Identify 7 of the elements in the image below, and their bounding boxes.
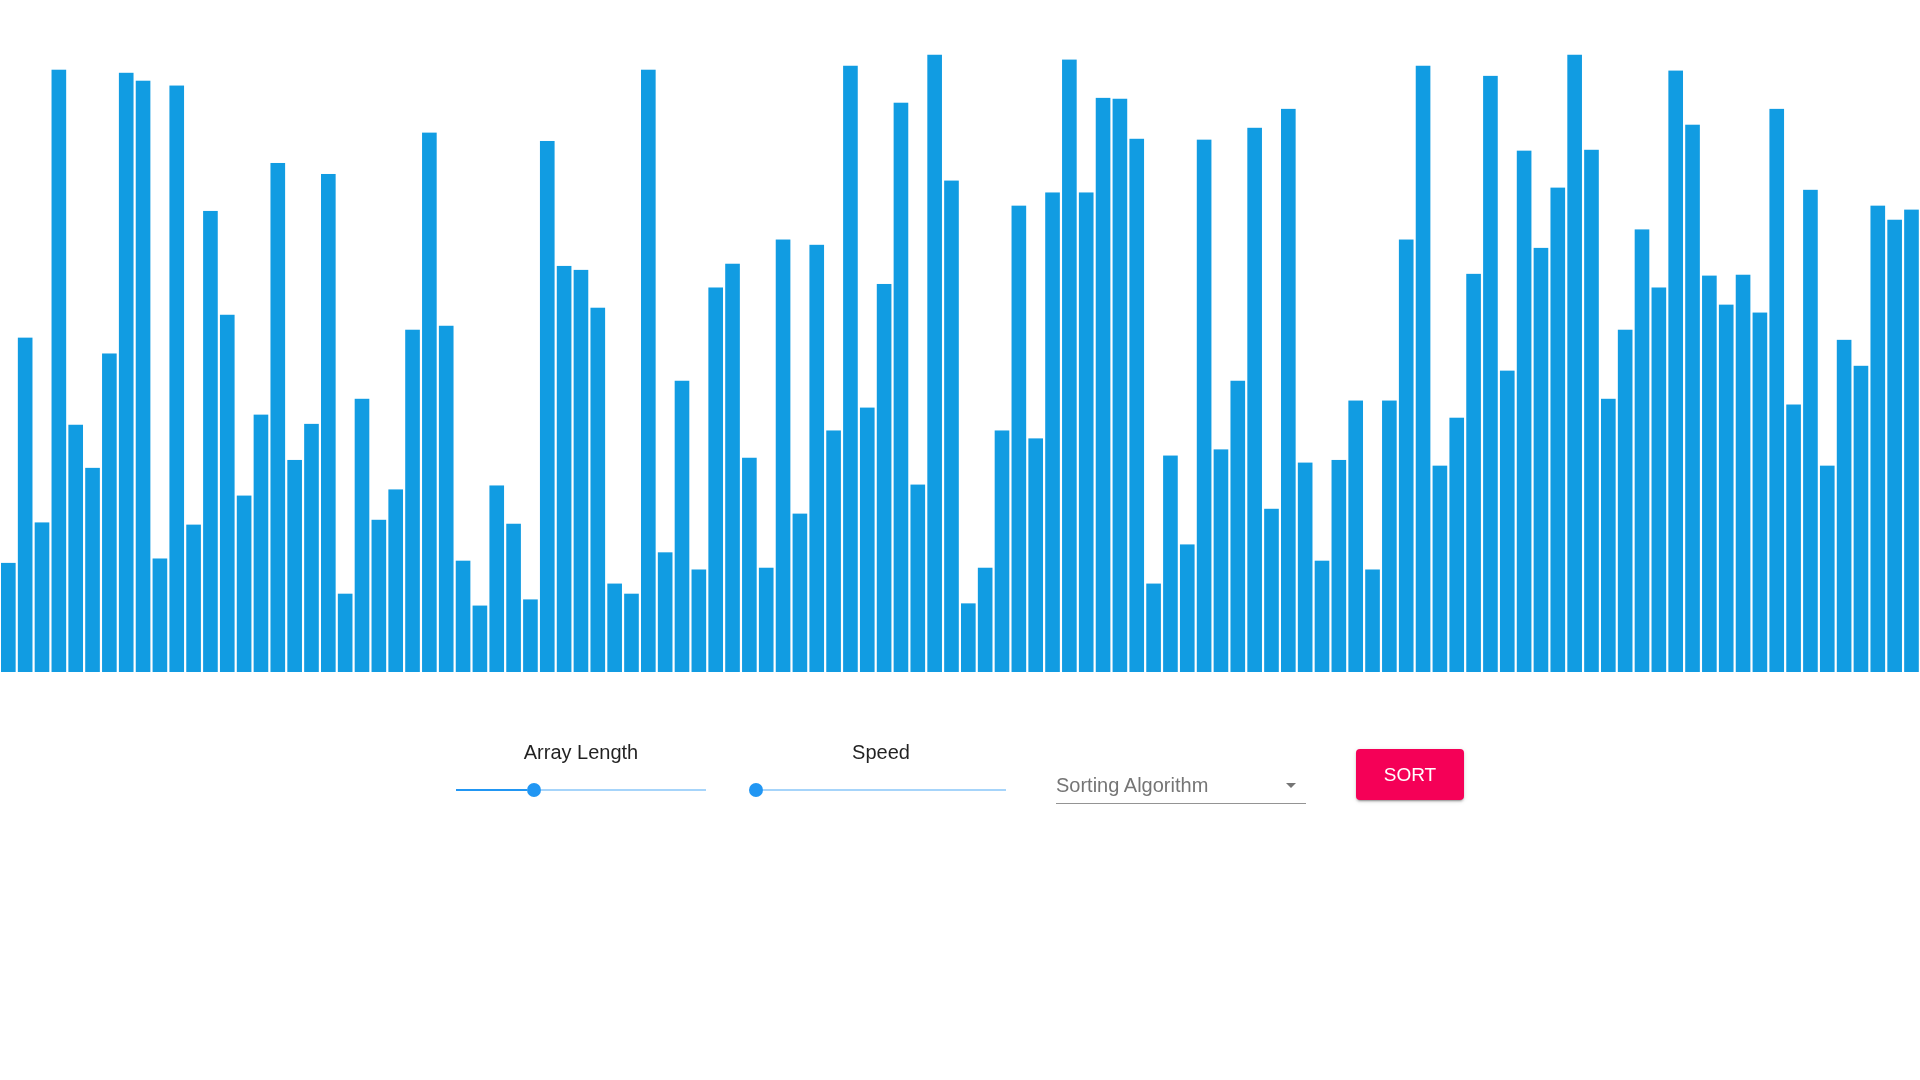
caret-icon <box>1286 782 1296 788</box>
slider-thumb[interactable] <box>526 783 541 797</box>
slider-label: Array Length <box>523 740 639 764</box>
slider-thumb[interactable] <box>749 783 763 797</box>
sort-button[interactable]: SORT <box>1356 749 1464 800</box>
slider-label: Speed <box>852 740 910 764</box>
sorting-algorithm-select[interactable]: Sorting Algorithm <box>1056 770 1306 804</box>
